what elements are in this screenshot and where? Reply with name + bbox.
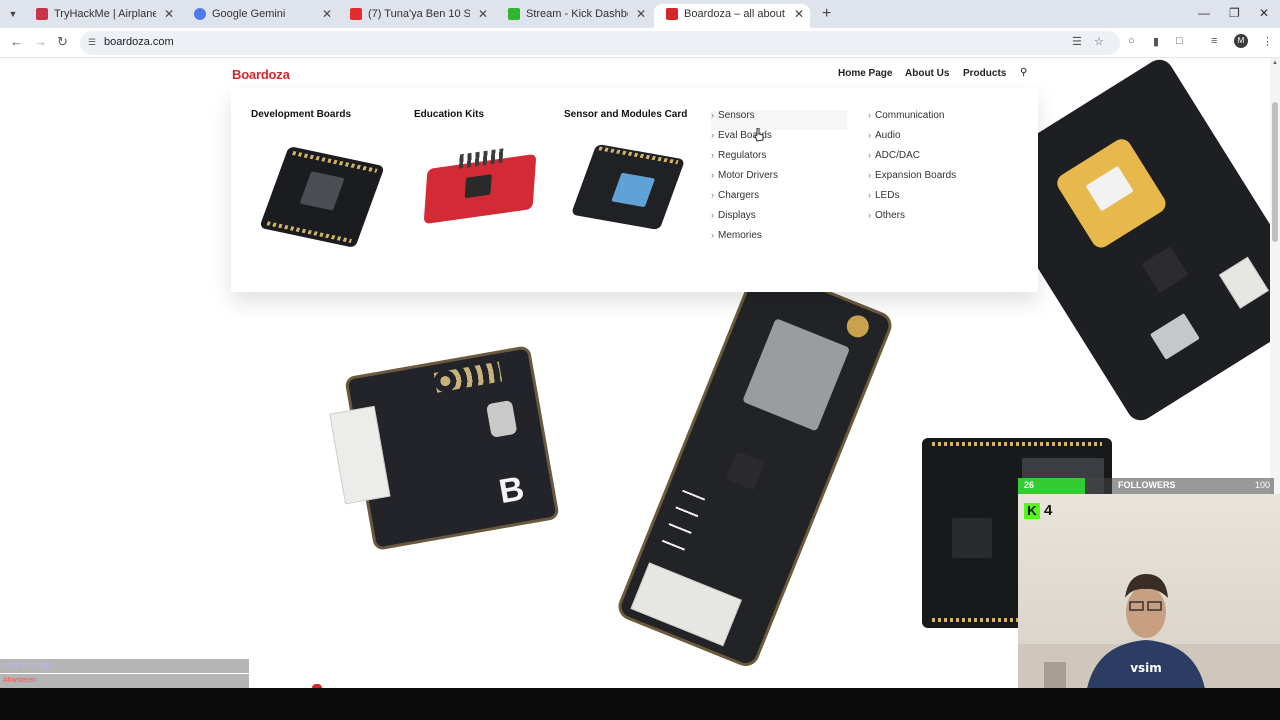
tab-search-chevron-icon[interactable]: ▼	[6, 7, 20, 21]
hand-cursor-icon	[754, 128, 764, 142]
bookmark-star-icon[interactable]: ☆	[1094, 35, 1104, 48]
menu-item-regulators[interactable]: Regulators	[711, 150, 847, 170]
url-text[interactable]: boardoza.com	[104, 36, 174, 48]
site-header: Boardoza Home Page About Us Products ⚲	[0, 58, 1270, 88]
nav-about-us[interactable]: About Us	[905, 68, 949, 79]
svg-text:vsim: vsim	[1130, 661, 1162, 675]
back-arrow-icon[interactable]: ←	[10, 34, 23, 49]
scrollbar-thumb[interactable]	[1272, 102, 1278, 242]
tab-gemini[interactable]: Google Gemini ✕	[182, 4, 338, 28]
tab-kick-dashboard[interactable]: Stream - Kick Dashboard ✕	[496, 4, 652, 28]
tab-title: Stream - Kick Dashboard	[526, 8, 628, 20]
close-icon[interactable]: ✕	[636, 4, 646, 24]
media-controls-icon[interactable]: ≡	[1211, 35, 1217, 47]
scroll-up-arrow-icon[interactable]: ▲	[1270, 60, 1280, 66]
close-icon[interactable]: ✕	[322, 4, 332, 24]
sensor-board-image: B	[329, 345, 560, 551]
menu-item-eval-boards[interactable]: Eval Boards	[711, 130, 847, 150]
chat-message: mitijimimertbigi	[0, 659, 249, 673]
chat-message: Ahwsteren	[0, 674, 249, 688]
screen-bottom-bar	[0, 684, 1280, 720]
boardoza-favicon-icon	[666, 8, 678, 20]
menu-item-displays[interactable]: Displays	[711, 210, 847, 230]
category-list-primary: Sensors Eval Boards Regulators Motor Dri…	[711, 110, 847, 250]
education-kits-heading[interactable]: Education Kits	[414, 109, 484, 120]
nav-home-page[interactable]: Home Page	[838, 68, 892, 79]
products-mega-menu: Development Boards Education Kits Sensor…	[231, 88, 1038, 292]
search-icon[interactable]: ⚲	[1020, 67, 1027, 78]
restore-icon[interactable]: ❐	[1229, 6, 1240, 20]
kick-viewer-count: 4	[1044, 502, 1053, 519]
kick-viewer-badge: K4	[1024, 502, 1052, 520]
close-icon[interactable]: ✕	[794, 4, 804, 24]
chat-username: mitijimimertbigi	[3, 662, 50, 669]
menu-item-audio[interactable]: Audio	[868, 130, 956, 150]
esp-module-board-image	[614, 261, 896, 671]
extension-circle-icon[interactable]: ○	[1128, 35, 1135, 47]
tab-title: (7) Tuna'ya Ben 10 Saati Yaptım	[368, 8, 470, 20]
menu-item-memories[interactable]: Memories	[711, 230, 847, 250]
gemini-favicon-icon	[194, 8, 206, 20]
followers-goal-bar: 26 FOLLOWERS 100	[1018, 478, 1274, 494]
menu-item-leds[interactable]: LEDs	[868, 190, 956, 210]
tab-youtube[interactable]: (7) Tuna'ya Ben 10 Saati Yaptım ✕	[338, 4, 494, 28]
boardoza-logo[interactable]: Boardoza	[232, 67, 290, 82]
kick-logo-icon: K	[1024, 503, 1040, 519]
streamer-figure-image: vsim	[1018, 574, 1280, 694]
translate-icon[interactable]: ☰	[1072, 35, 1082, 48]
category-list-secondary: Communication Audio ADC/DAC Expansion Bo…	[868, 110, 956, 230]
new-tab-plus-icon[interactable]: +	[822, 5, 831, 23]
menu-item-sensors[interactable]: Sensors	[711, 110, 847, 130]
window-close-icon[interactable]: ✕	[1259, 6, 1269, 20]
forward-arrow-icon[interactable]: →	[34, 34, 47, 49]
omnibox[interactable]: ☰ boardoza.com	[80, 31, 1120, 55]
menu-item-communication[interactable]: Communication	[868, 110, 956, 130]
stream-chat-overlay: mitijimimertbigi Ahwsteren	[0, 659, 249, 688]
menu-item-others[interactable]: Others	[868, 210, 956, 230]
red-shape-peek	[312, 684, 322, 688]
menu-item-expansion-boards[interactable]: Expansion Boards	[868, 170, 956, 190]
sensor-module-thumbnail[interactable]	[570, 143, 686, 231]
tab-boardoza[interactable]: Boardoza – all about prototype ✕	[654, 4, 810, 28]
minimize-icon[interactable]: —	[1198, 6, 1210, 20]
chat-username: Ahwsteren	[3, 677, 37, 684]
close-icon[interactable]: ✕	[164, 4, 174, 24]
address-bar: ← → ↻ ☰ boardoza.com ☰ ☆ ○ ▮ □ ≡ M ⋮	[0, 28, 1280, 58]
tab-strip: ▼ TryHackMe | Airplane ✕ Google Gemini ✕…	[0, 0, 1280, 28]
development-boards-heading[interactable]: Development Boards	[251, 109, 351, 120]
menu-item-adc-dac[interactable]: ADC/DAC	[868, 150, 956, 170]
kick-favicon-icon	[508, 8, 520, 20]
education-kit-thumbnail[interactable]	[423, 148, 537, 225]
tab-tryhackme[interactable]: TryHackMe | Airplane ✕	[24, 4, 180, 28]
profile-avatar[interactable]: M	[1234, 34, 1248, 48]
menu-item-motor-drivers[interactable]: Motor Drivers	[711, 170, 847, 190]
tab-title: TryHackMe | Airplane	[54, 8, 156, 20]
tryhackme-favicon-icon	[36, 8, 48, 20]
webcam-feed: vsim	[1018, 494, 1280, 694]
sensor-modules-card-heading[interactable]: Sensor and Modules Card	[564, 109, 687, 120]
tab-title: Boardoza – all about prototype	[684, 8, 786, 20]
site-settings-icon[interactable]: ☰	[88, 37, 96, 48]
followers-label: FOLLOWERS	[1118, 480, 1176, 490]
extensions-puzzle-icon[interactable]: □	[1176, 35, 1183, 47]
tab-title: Google Gemini	[212, 8, 286, 20]
youtube-favicon-icon	[350, 8, 362, 20]
nav-products[interactable]: Products	[963, 68, 1006, 79]
followers-count: 26	[1024, 480, 1035, 490]
sidebar-panel-icon[interactable]: ▮	[1153, 35, 1159, 48]
development-board-thumbnail[interactable]	[259, 146, 385, 248]
close-icon[interactable]: ✕	[478, 4, 488, 24]
followers-goal: 100	[1254, 480, 1270, 490]
reload-icon[interactable]: ↻	[57, 34, 68, 50]
menu-item-chargers[interactable]: Chargers	[711, 190, 847, 210]
kebab-menu-icon[interactable]: ⋮	[1262, 35, 1273, 48]
